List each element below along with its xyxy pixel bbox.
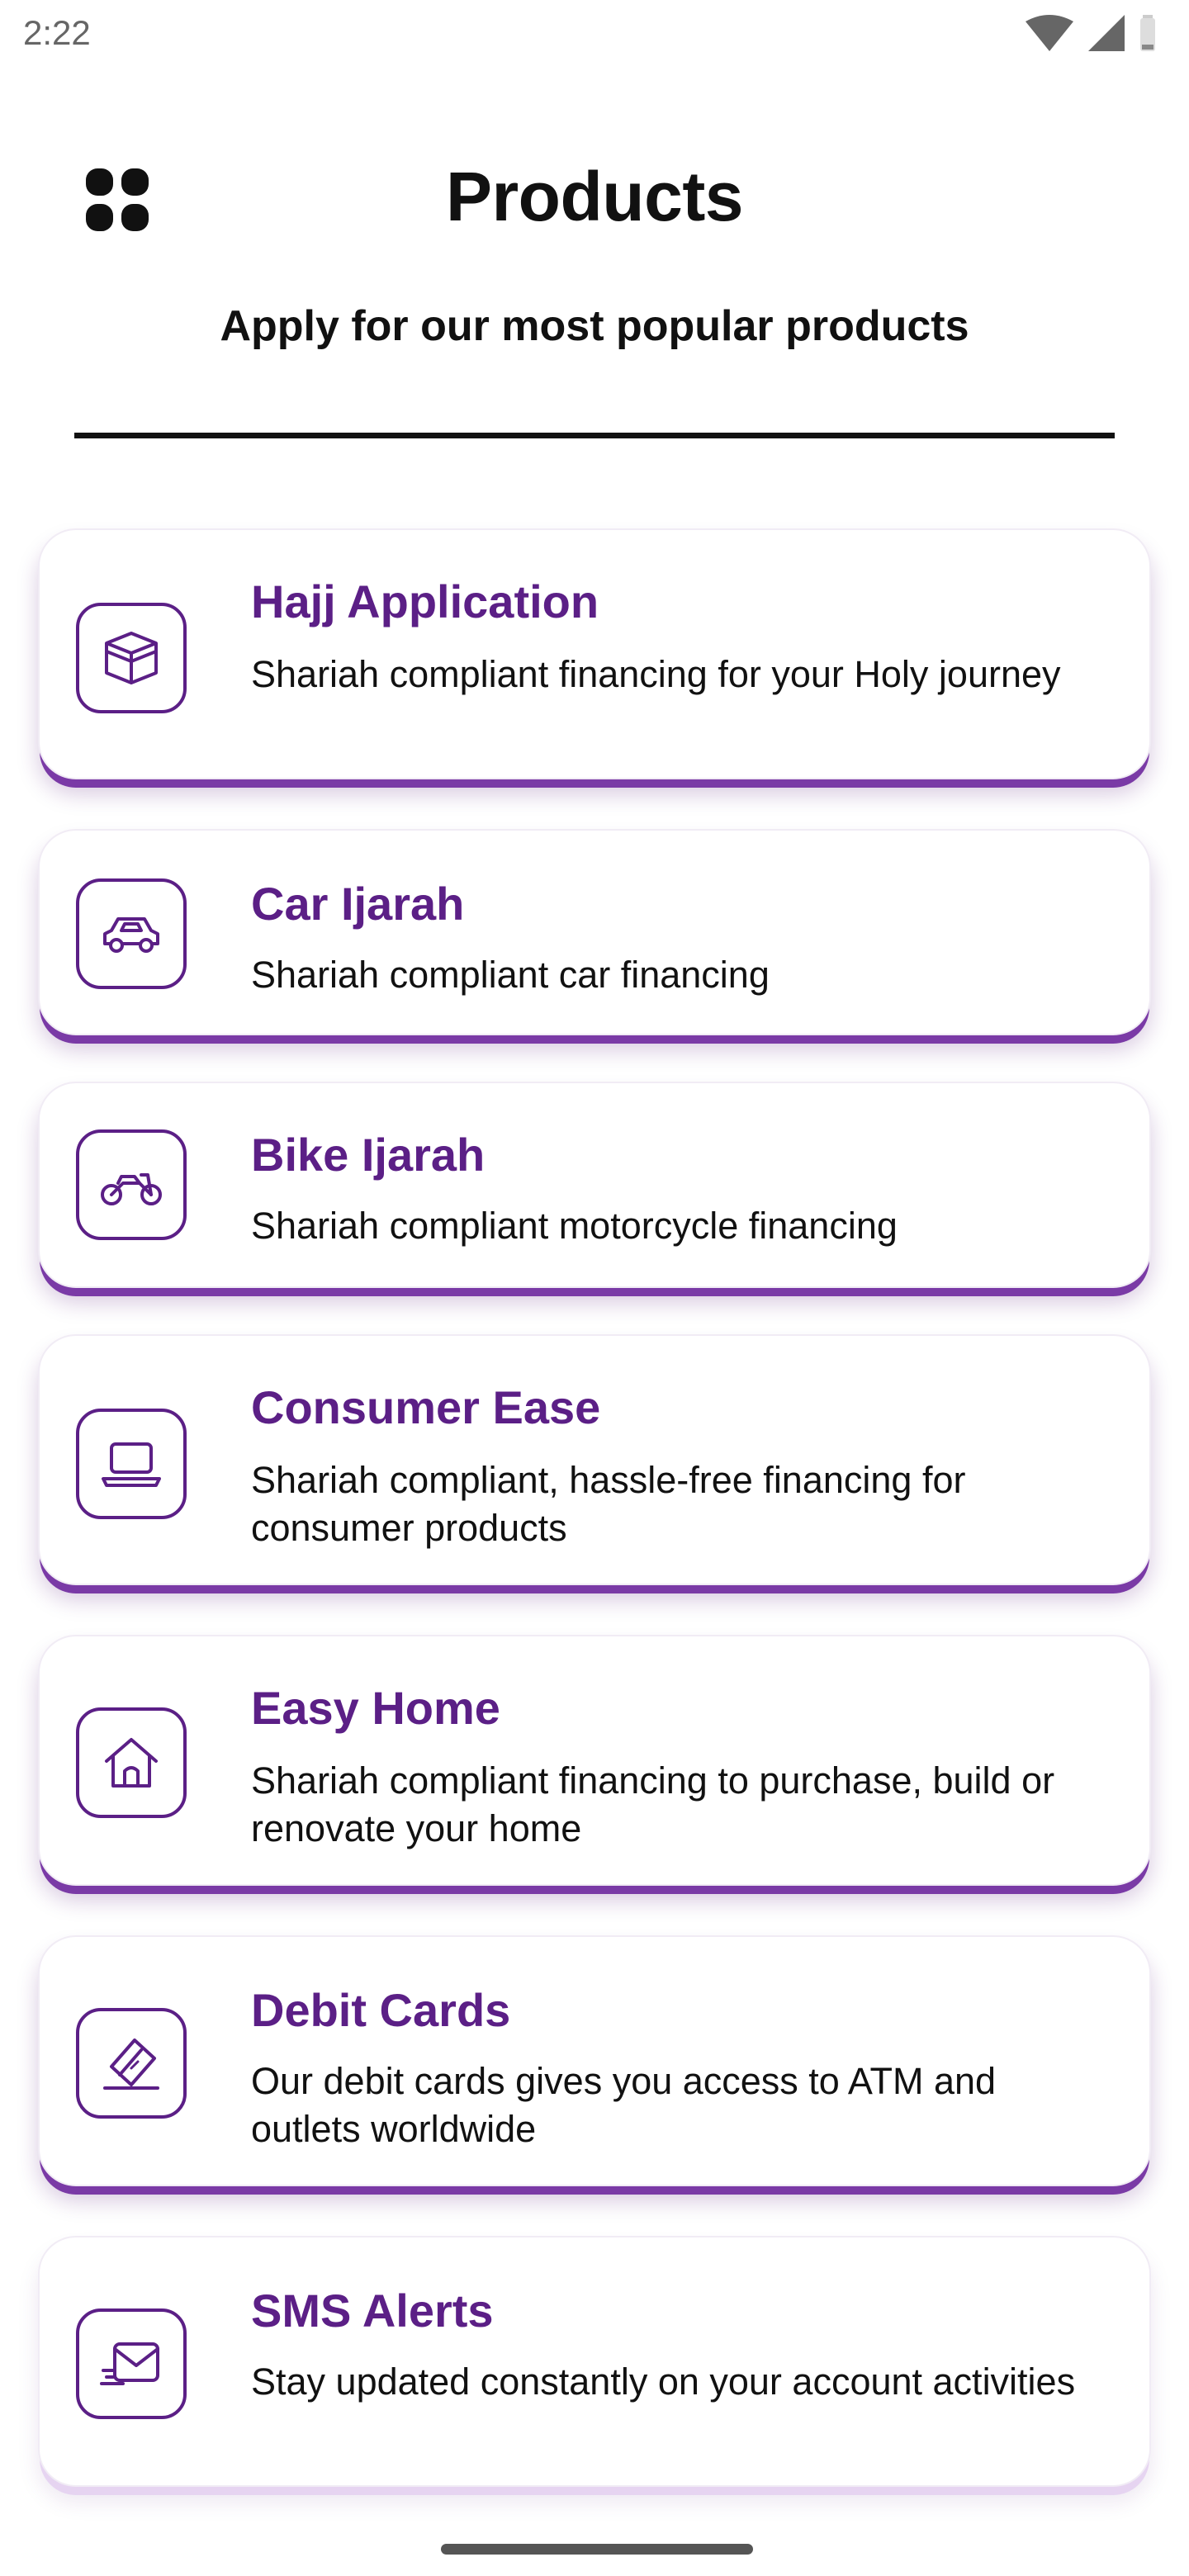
debit-card-icon [76, 2008, 187, 2119]
laptop-icon [76, 1409, 187, 1519]
product-card-bike-ijarah[interactable]: Bike Ijarah Shariah compliant motorcycle… [38, 1082, 1151, 1288]
status-icons [1026, 15, 1156, 55]
product-card-easy-home[interactable]: Easy Home Shariah compliant financing to… [38, 1635, 1151, 1886]
motorcycle-icon [76, 1129, 187, 1240]
status-time: 2:22 [23, 13, 91, 52]
product-card-hajj-application[interactable]: Hajj Application Shariah compliant finan… [38, 528, 1151, 779]
product-description: Shariah compliant motorcycle financing [251, 1205, 898, 1247]
product-title: SMS Alerts [251, 2285, 494, 2337]
kaaba-icon [76, 603, 187, 713]
product-description: Shariah compliant financing to purchase,… [251, 1759, 1055, 1849]
product-title: Debit Cards [251, 1984, 511, 2036]
product-description: Shariah compliant financing for your Hol… [251, 653, 1061, 695]
product-card-car-ijarah[interactable]: Car Ijarah Shariah compliant car financi… [38, 829, 1151, 1035]
product-title: Hajj Application [251, 575, 599, 627]
product-card-debit-cards[interactable]: Debit Cards Our debit cards gives you ac… [38, 1935, 1151, 2186]
home-icon [76, 1707, 187, 1818]
product-description: Shariah compliant, hassle-free financing… [251, 1459, 966, 1549]
page-subtitle: Apply for our most popular products [220, 302, 969, 350]
home-indicator[interactable] [441, 2544, 753, 2555]
battery-icon [1139, 15, 1156, 55]
product-description: Shariah compliant car financing [251, 954, 770, 996]
page-title: Products [445, 158, 744, 235]
car-icon [76, 878, 187, 989]
wifi-icon [1026, 15, 1073, 55]
product-card-consumer-ease[interactable]: Consumer Ease Shariah compliant, hassle-… [38, 1334, 1151, 1585]
header-divider [74, 433, 1115, 438]
product-title: Consumer Ease [251, 1381, 601, 1433]
product-description: Stay updated constantly on your account … [251, 2361, 1076, 2403]
product-card-sms-alerts[interactable]: SMS Alerts Stay updated constantly on yo… [38, 2236, 1151, 2487]
cellular-signal-icon [1088, 15, 1125, 55]
product-description: Our debit cards gives you access to ATM … [251, 2060, 997, 2150]
product-title: Easy Home [251, 1682, 500, 1734]
sms-envelope-icon [76, 2308, 187, 2419]
product-title: Car Ijarah [251, 878, 465, 930]
product-title: Bike Ijarah [251, 1129, 486, 1181]
status-bar: 2:22 [0, 0, 1189, 69]
